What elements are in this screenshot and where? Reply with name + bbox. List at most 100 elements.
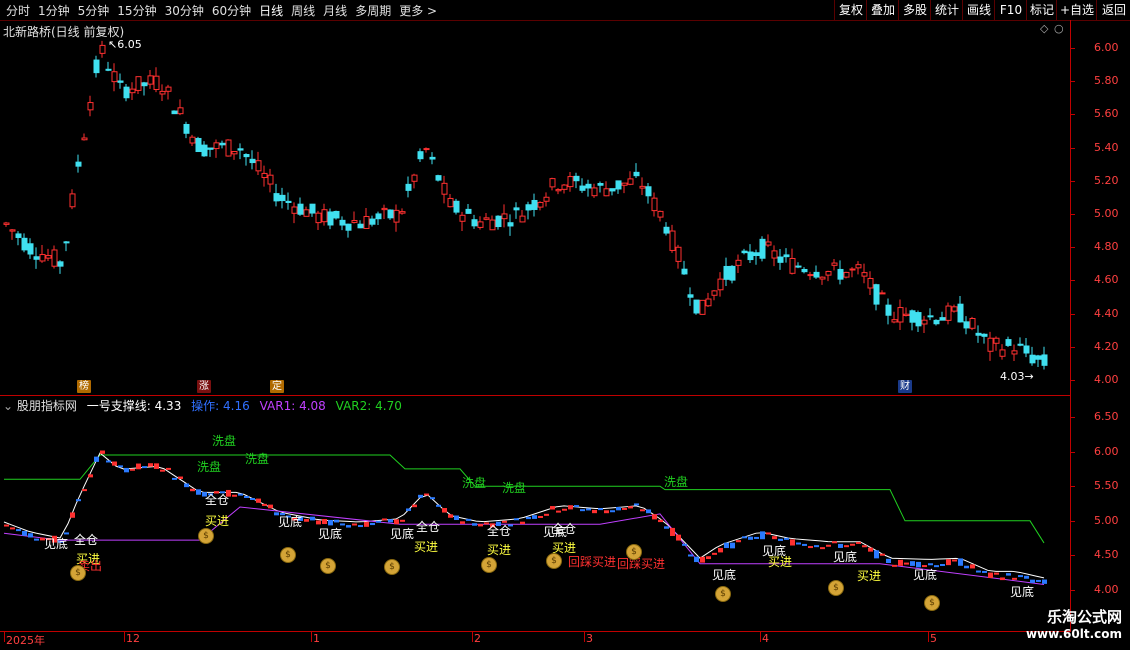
diamond-icon[interactable]: ◇ [1040, 22, 1048, 35]
candle[interactable] [1017, 337, 1024, 347]
candle[interactable] [513, 202, 520, 219]
candle[interactable] [255, 151, 262, 175]
candle[interactable] [1011, 344, 1018, 362]
candle[interactable] [135, 76, 142, 94]
candle[interactable] [411, 173, 418, 189]
candle[interactable] [999, 344, 1006, 360]
candle[interactable] [315, 210, 322, 230]
candle[interactable] [459, 211, 466, 232]
toolbar-button-7[interactable]: +自选 [1056, 0, 1097, 20]
candle[interactable] [1035, 354, 1042, 368]
candle[interactable] [111, 63, 118, 92]
candle[interactable] [219, 140, 226, 149]
candle[interactable] [669, 224, 676, 253]
candle[interactable] [171, 110, 178, 115]
candle[interactable] [585, 179, 592, 197]
candle[interactable] [819, 276, 826, 285]
candle[interactable] [651, 192, 658, 217]
candle[interactable] [807, 271, 814, 280]
candle[interactable] [843, 271, 850, 279]
candle[interactable] [969, 316, 976, 331]
candle[interactable] [93, 55, 100, 78]
collapse-icon[interactable]: ⌄ [3, 399, 13, 413]
candle[interactable] [99, 40, 106, 58]
candle[interactable] [639, 177, 646, 195]
candle[interactable] [693, 299, 700, 315]
candle[interactable] [729, 265, 736, 284]
period-tab-4[interactable]: 30分钟 [161, 2, 208, 19]
candle[interactable] [687, 287, 694, 306]
candle[interactable] [213, 139, 220, 158]
candle[interactable] [321, 203, 328, 226]
candle[interactable] [369, 215, 376, 227]
candle[interactable] [987, 331, 994, 361]
candle[interactable] [831, 259, 838, 271]
candle[interactable] [285, 192, 292, 210]
candle[interactable] [447, 194, 454, 208]
candle[interactable] [795, 262, 802, 269]
candle[interactable] [801, 267, 808, 274]
candle[interactable] [483, 212, 490, 221]
candle[interactable] [417, 148, 424, 163]
candle[interactable] [915, 310, 922, 333]
period-tab-6[interactable]: 日线 [255, 2, 287, 19]
candle[interactable] [675, 244, 682, 269]
candle[interactable] [501, 204, 508, 228]
candle[interactable] [333, 210, 340, 220]
candle[interactable] [993, 336, 1000, 351]
candle[interactable] [555, 188, 562, 195]
candle[interactable] [765, 234, 772, 248]
badge-rank[interactable]: 榜 [77, 380, 91, 393]
toolbar-button-8[interactable]: 返回 [1096, 0, 1130, 20]
candle[interactable] [825, 270, 832, 282]
candle[interactable] [75, 154, 82, 173]
candle[interactable] [609, 188, 616, 196]
candle[interactable] [489, 215, 496, 231]
candle[interactable] [909, 309, 916, 331]
candle[interactable] [591, 183, 598, 198]
candle[interactable] [117, 73, 124, 89]
candle[interactable] [561, 184, 568, 194]
candle[interactable] [1005, 336, 1012, 347]
candle[interactable] [837, 260, 844, 285]
candle[interactable] [735, 254, 742, 274]
candle[interactable] [225, 139, 232, 157]
candle[interactable] [303, 206, 310, 217]
candle[interactable] [879, 290, 886, 295]
candle[interactable] [777, 248, 784, 270]
candle[interactable] [627, 171, 634, 186]
candle[interactable] [903, 307, 910, 317]
candle[interactable] [183, 121, 190, 139]
indicator-chart[interactable] [0, 412, 1070, 630]
candle[interactable] [165, 84, 172, 100]
toolbar-button-1[interactable]: 叠加 [866, 0, 899, 20]
candle[interactable] [267, 168, 274, 193]
candle[interactable] [33, 247, 40, 269]
candle[interactable] [621, 182, 628, 194]
period-tab-7[interactable]: 周线 [287, 2, 319, 19]
toolbar-button-5[interactable]: F10 [994, 0, 1027, 20]
candle[interactable] [453, 198, 460, 215]
candle[interactable] [981, 333, 988, 344]
candle[interactable] [57, 260, 64, 274]
candle[interactable] [201, 141, 208, 157]
candle[interactable] [81, 133, 88, 141]
candle[interactable] [891, 311, 898, 324]
toolbar-button-6[interactable]: 标记 [1026, 0, 1057, 20]
candle[interactable] [39, 245, 46, 263]
candle[interactable] [87, 95, 94, 117]
candle[interactable] [549, 177, 556, 191]
candle[interactable] [741, 248, 748, 255]
candle[interactable] [351, 211, 358, 224]
candle[interactable] [747, 244, 754, 263]
candle[interactable] [615, 180, 622, 194]
candle[interactable] [579, 178, 586, 193]
candle[interactable] [885, 298, 892, 325]
candle[interactable] [531, 193, 538, 217]
circle-icon[interactable]: ○ [1054, 22, 1064, 35]
candle[interactable] [363, 208, 370, 229]
candle[interactable] [375, 211, 382, 225]
candle[interactable] [975, 325, 982, 343]
period-tab-10[interactable]: 更多 > [395, 2, 441, 19]
candle[interactable] [249, 150, 256, 170]
